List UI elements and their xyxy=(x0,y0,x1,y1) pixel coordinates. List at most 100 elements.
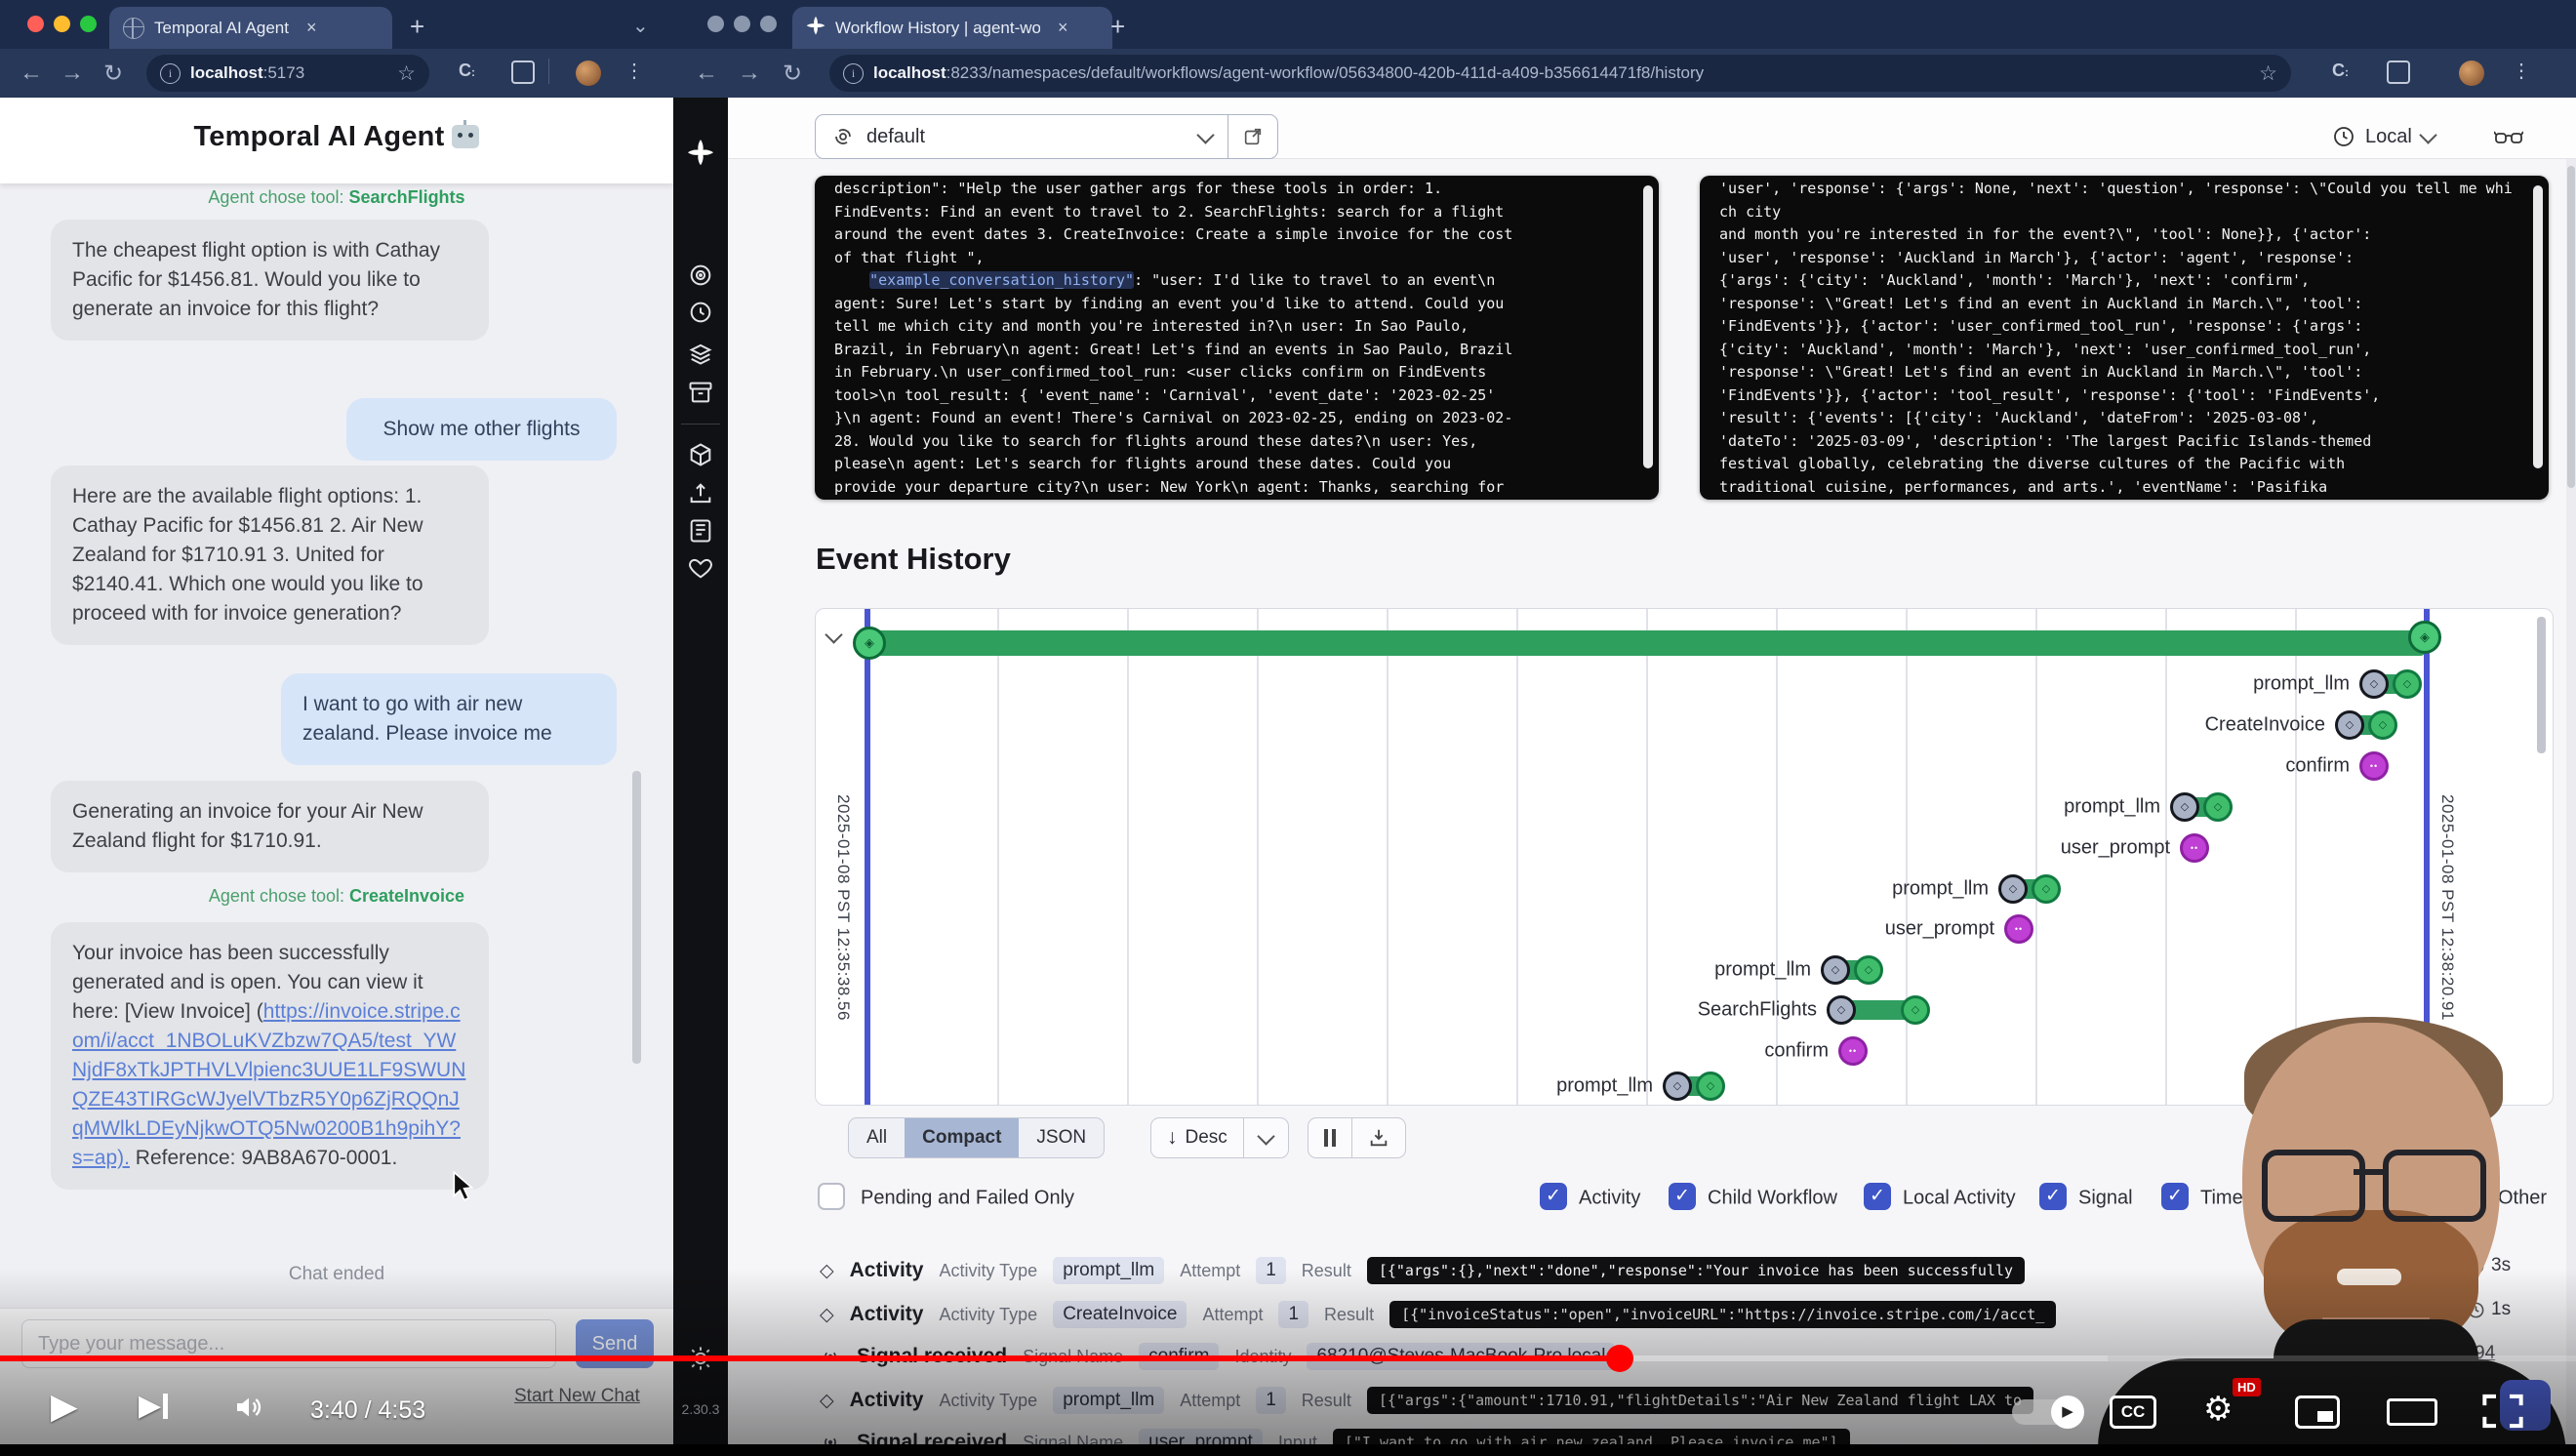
reload-icon[interactable]: ↻ xyxy=(103,60,123,88)
timeline-activity-end-node[interactable]: ◇ xyxy=(2032,874,2061,904)
extensions-puzzle-icon[interactable] xyxy=(511,61,535,84)
browser-menu-icon[interactable]: ⋮ xyxy=(2512,59,2531,83)
forward-icon[interactable]: → xyxy=(738,60,761,87)
import-nav-icon[interactable] xyxy=(687,480,714,507)
filter-timer-checkbox[interactable]: ✓ xyxy=(2161,1183,2189,1210)
timeline-signal-node[interactable]: •• xyxy=(1838,1036,1868,1066)
pending-failed-checkbox[interactable] xyxy=(818,1183,845,1210)
back-icon[interactable]: ← xyxy=(20,60,43,87)
bookmark-star-icon[interactable]: ☆ xyxy=(397,61,416,86)
timeline-activity-start-node[interactable]: ◇ xyxy=(2170,792,2199,822)
download-history-button[interactable] xyxy=(1351,1118,1405,1157)
timeline-activity-start-node[interactable]: ◇ xyxy=(1821,955,1850,985)
close-window-button[interactable] xyxy=(27,16,44,32)
schedules-nav-icon[interactable] xyxy=(687,299,714,326)
feedback-heart-nav-icon[interactable] xyxy=(687,554,714,582)
timeline-activity-start-node[interactable]: ◇ xyxy=(1663,1072,1692,1101)
open-namespace-button[interactable] xyxy=(1228,115,1277,158)
profile-avatar[interactable] xyxy=(576,61,601,86)
filter-child-workflow-checkbox[interactable]: ✓ xyxy=(1669,1183,1696,1210)
namespaces-nav-icon[interactable] xyxy=(687,441,714,468)
timeline-activity-end-node[interactable]: ◇ xyxy=(2368,710,2397,740)
timeline-signal-node[interactable]: •• xyxy=(2359,751,2389,781)
view-compact-button[interactable]: Compact xyxy=(905,1118,1019,1157)
code-scrollbar[interactable] xyxy=(2533,185,2543,468)
namespace-select[interactable]: default xyxy=(816,115,1228,158)
bookmark-star-icon[interactable]: ☆ xyxy=(2259,61,2277,86)
timeline-signal-node[interactable]: •• xyxy=(2004,914,2033,944)
chat-scrollbar[interactable] xyxy=(632,771,641,1064)
filter-signal-checkbox[interactable]: ✓ xyxy=(2039,1183,2067,1210)
zoom-window-button[interactable] xyxy=(760,16,777,32)
video-volume-icon[interactable] xyxy=(232,1392,265,1428)
temporal-logo-icon[interactable] xyxy=(687,139,714,166)
timeline-activity-end-node[interactable]: ◇ xyxy=(1854,955,1883,985)
batch-nav-icon[interactable] xyxy=(687,340,714,367)
video-progress-played[interactable] xyxy=(0,1355,1620,1361)
code-scrollbar[interactable] xyxy=(1643,185,1653,468)
video-next-button[interactable]: ▶ xyxy=(139,1389,168,1423)
docs-nav-icon[interactable] xyxy=(687,517,714,545)
archive-nav-icon[interactable] xyxy=(687,379,714,406)
workflows-nav-icon[interactable] xyxy=(687,262,714,289)
page-scrollbar-thumb[interactable] xyxy=(2567,166,2575,488)
extensions-puzzle-icon[interactable] xyxy=(2387,61,2410,84)
tab-search-chevron-icon[interactable]: ⌄ xyxy=(632,14,649,38)
video-captions-button[interactable]: CC xyxy=(2110,1395,2156,1429)
timeline-activity-end-node[interactable]: ◇ xyxy=(2203,792,2233,822)
close-tab-icon[interactable]: × xyxy=(306,18,317,38)
site-info-icon[interactable]: i xyxy=(160,63,181,84)
video-autoplay-toggle[interactable]: ▶ xyxy=(2012,1399,2082,1425)
video-scrubber-handle[interactable] xyxy=(1606,1345,1633,1372)
browser-menu-icon[interactable]: ⋮ xyxy=(624,59,644,83)
timeline-signal-node[interactable]: •• xyxy=(2180,833,2209,863)
timeline-scrollbar[interactable] xyxy=(2537,617,2546,753)
invoice-link[interactable]: https://invoice.stripe.com/i/acct_1NBOLu… xyxy=(72,1000,465,1169)
timezone-select[interactable]: Local xyxy=(2332,125,2435,148)
workflow-start-node[interactable]: ◈ xyxy=(853,627,886,660)
timeline-activity-end-node[interactable]: ◇ xyxy=(1901,995,1930,1025)
site-info-icon[interactable]: i xyxy=(843,63,864,84)
extension-c-icon[interactable]: C: xyxy=(2332,61,2349,81)
pause-updates-button[interactable] xyxy=(1308,1118,1351,1157)
view-json-button[interactable]: JSON xyxy=(1019,1118,1104,1157)
tab-workflow-history[interactable]: Workflow History | agent-wor × xyxy=(792,7,1112,49)
timeline-activity-start-node[interactable]: ◇ xyxy=(1827,995,1856,1025)
timeline-activity-start-node[interactable]: ◇ xyxy=(2335,710,2364,740)
video-settings-gear-icon[interactable]: ⚙ xyxy=(2203,1390,2233,1429)
timeline-activity-end-node[interactable]: ◇ xyxy=(1696,1072,1725,1101)
timeline-activity-start-node[interactable]: ◇ xyxy=(2359,669,2389,699)
back-icon[interactable]: ← xyxy=(695,60,718,87)
video-progress-remaining[interactable] xyxy=(2108,1355,2576,1361)
minimize-window-button[interactable] xyxy=(54,16,70,32)
workflow-result-json-panel[interactable]: 'user', 'response': {'args': None, 'next… xyxy=(1700,176,2549,500)
labs-glasses-icon[interactable] xyxy=(2494,125,2523,155)
tab-temporal-ai-agent[interactable]: Temporal AI Agent × xyxy=(109,7,392,49)
zoom-window-button[interactable] xyxy=(80,16,97,32)
video-miniplayer-button[interactable] xyxy=(2295,1395,2340,1429)
minimize-window-button[interactable] xyxy=(734,16,750,32)
sort-options-chevron-button[interactable] xyxy=(1243,1118,1288,1157)
new-tab-button[interactable]: + xyxy=(410,12,424,42)
reload-icon[interactable]: ↻ xyxy=(783,60,802,88)
timeline-activity-end-node[interactable]: ◇ xyxy=(2393,669,2422,699)
filter-local-activity-checkbox[interactable]: ✓ xyxy=(1864,1183,1891,1210)
view-all-button[interactable]: All xyxy=(849,1118,905,1157)
left-address-bar[interactable]: i localhost:5173 ☆ xyxy=(146,55,429,92)
timeline-activity-start-node[interactable]: ◇ xyxy=(1998,874,2028,904)
filter-activity-checkbox[interactable]: ✓ xyxy=(1540,1183,1567,1210)
extension-c-icon[interactable]: C: xyxy=(459,61,475,81)
close-tab-icon[interactable]: × xyxy=(1058,18,1068,38)
right-address-bar[interactable]: i localhost:8233/namespaces/default/work… xyxy=(829,55,2291,92)
profile-avatar[interactable] xyxy=(2459,61,2484,86)
workflow-end-node[interactable]: ◈ xyxy=(2408,621,2441,654)
timeline-collapse-chevron-icon[interactable] xyxy=(827,628,840,646)
close-window-button[interactable] xyxy=(707,16,724,32)
new-tab-button[interactable]: + xyxy=(1110,12,1125,42)
video-theater-button[interactable] xyxy=(2387,1398,2437,1426)
video-play-button[interactable]: ▶ xyxy=(51,1386,78,1427)
sort-desc-button[interactable]: ↓Desc xyxy=(1151,1118,1243,1157)
forward-icon[interactable]: → xyxy=(60,60,84,87)
workflow-input-json-panel[interactable]: description": "Help the user gather args… xyxy=(815,176,1659,500)
video-progress-buffered[interactable] xyxy=(1620,1355,2108,1361)
